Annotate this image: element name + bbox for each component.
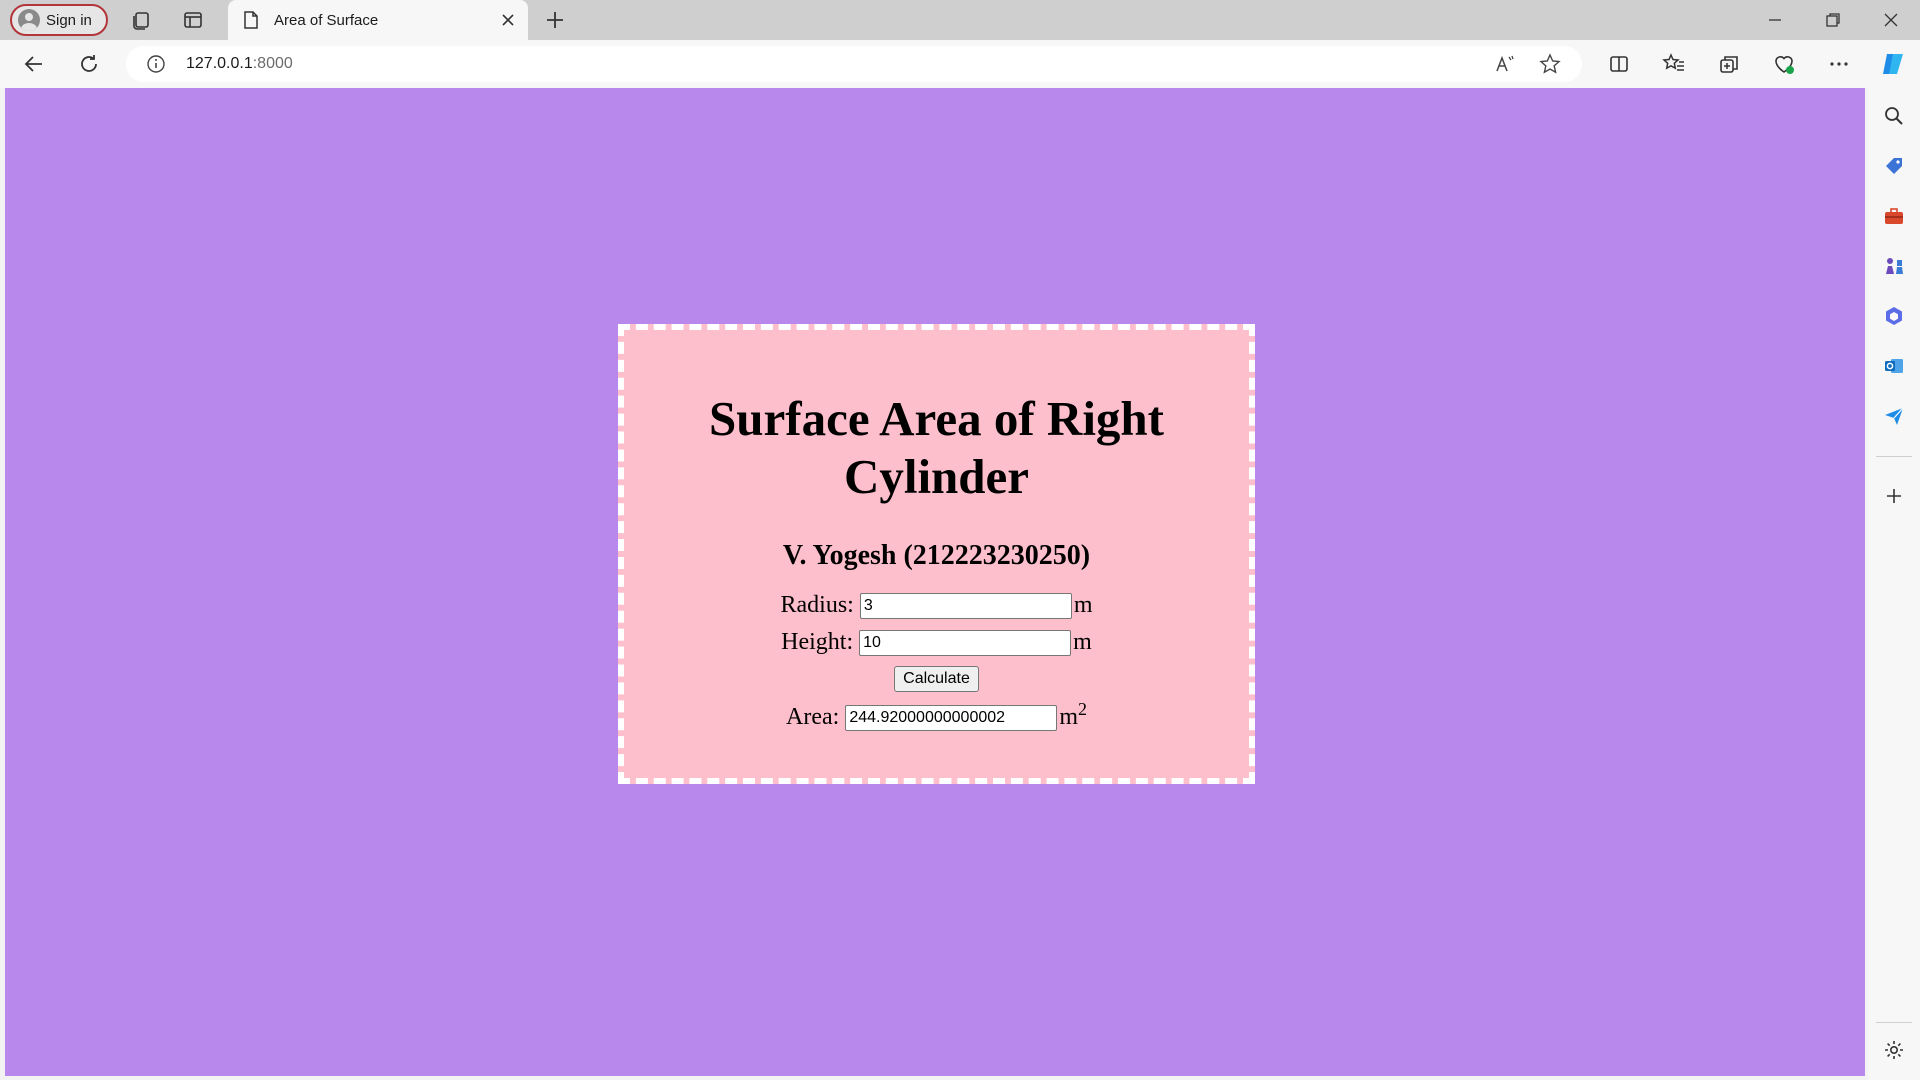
area-unit: m2 xyxy=(1059,700,1087,731)
restore-icon[interactable] xyxy=(1821,8,1845,32)
area-row: Area: m2 xyxy=(624,700,1249,731)
radius-input[interactable] xyxy=(859,592,1072,619)
read-aloud-icon[interactable] xyxy=(1494,53,1516,75)
height-row: Height: m xyxy=(624,629,1249,656)
area-unit-base: m xyxy=(1059,704,1078,730)
profile-avatar-icon xyxy=(18,9,40,31)
height-input[interactable] xyxy=(859,629,1072,656)
sidebar-divider-bottom xyxy=(1876,1022,1912,1023)
send-drop-icon[interactable] xyxy=(1882,404,1906,428)
tab-strip: Sign in Area of Surface xyxy=(0,0,1920,40)
radius-label: Radius: xyxy=(780,592,854,618)
calculate-row: Calculate xyxy=(624,656,1249,692)
close-tab-icon[interactable] xyxy=(498,10,518,30)
tab-active[interactable]: Area of Surface xyxy=(228,0,528,40)
browser-toolbar: 127.0.0.1:8000 xyxy=(0,40,1920,88)
calculate-button[interactable]: Calculate xyxy=(894,666,979,692)
favorite-star-icon[interactable] xyxy=(1539,53,1561,75)
page-title: Surface Area of Right Cylinder xyxy=(709,391,1164,504)
url-host: 127.0.0.1 xyxy=(186,55,253,72)
calculator-card: Surface Area of Right Cylinder V. Yogesh… xyxy=(618,324,1255,784)
more-options-icon[interactable] xyxy=(1827,52,1851,76)
sign-in-label: Sign in xyxy=(46,11,92,29)
area-label: Area: xyxy=(786,704,840,730)
copilot-icon[interactable] xyxy=(1879,50,1907,78)
back-icon[interactable] xyxy=(22,52,46,76)
favorites-icon[interactable] xyxy=(1662,52,1686,76)
new-tab-icon[interactable] xyxy=(543,8,567,32)
sidebar-divider xyxy=(1876,456,1912,457)
edge-sidebar xyxy=(1868,88,1920,1080)
minimize-icon[interactable] xyxy=(1763,8,1787,32)
browser-essentials-icon[interactable] xyxy=(1772,52,1796,76)
games-chess-icon[interactable] xyxy=(1882,254,1906,278)
url-port: :8000 xyxy=(252,55,293,72)
area-output[interactable] xyxy=(845,704,1058,731)
radius-unit: m xyxy=(1073,592,1093,618)
height-unit: m xyxy=(1073,629,1092,655)
tab-title: Area of Surface xyxy=(274,11,379,29)
shopping-tag-icon[interactable] xyxy=(1882,154,1906,178)
close-window-icon[interactable] xyxy=(1879,8,1903,32)
address-bar[interactable]: 127.0.0.1:8000 xyxy=(126,46,1582,82)
outlook-icon[interactable] xyxy=(1882,354,1906,378)
area-unit-exponent: 2 xyxy=(1077,699,1087,719)
height-label: Height: xyxy=(781,629,854,655)
workspaces-icon[interactable] xyxy=(129,8,153,32)
tab-actions-icon[interactable] xyxy=(181,8,205,32)
radius-row: Radius: m xyxy=(624,592,1249,619)
author-heading: V. Yogesh (212223230250) xyxy=(782,540,1091,571)
microsoft-365-icon[interactable] xyxy=(1882,304,1906,328)
sidebar-search-icon[interactable] xyxy=(1882,104,1906,128)
sidebar-settings-gear-icon[interactable] xyxy=(1882,1038,1906,1062)
tools-toolbox-icon[interactable] xyxy=(1882,204,1906,228)
collections-icon[interactable] xyxy=(1717,52,1741,76)
add-sidebar-app-icon[interactable] xyxy=(1882,484,1906,508)
page-viewport: Surface Area of Right Cylinder V. Yogesh… xyxy=(5,88,1865,1076)
site-info-icon[interactable] xyxy=(146,54,166,74)
sign-in-button[interactable]: Sign in xyxy=(10,4,108,36)
page-icon xyxy=(244,11,258,29)
refresh-icon[interactable] xyxy=(77,52,101,76)
split-screen-icon[interactable] xyxy=(1607,52,1631,76)
